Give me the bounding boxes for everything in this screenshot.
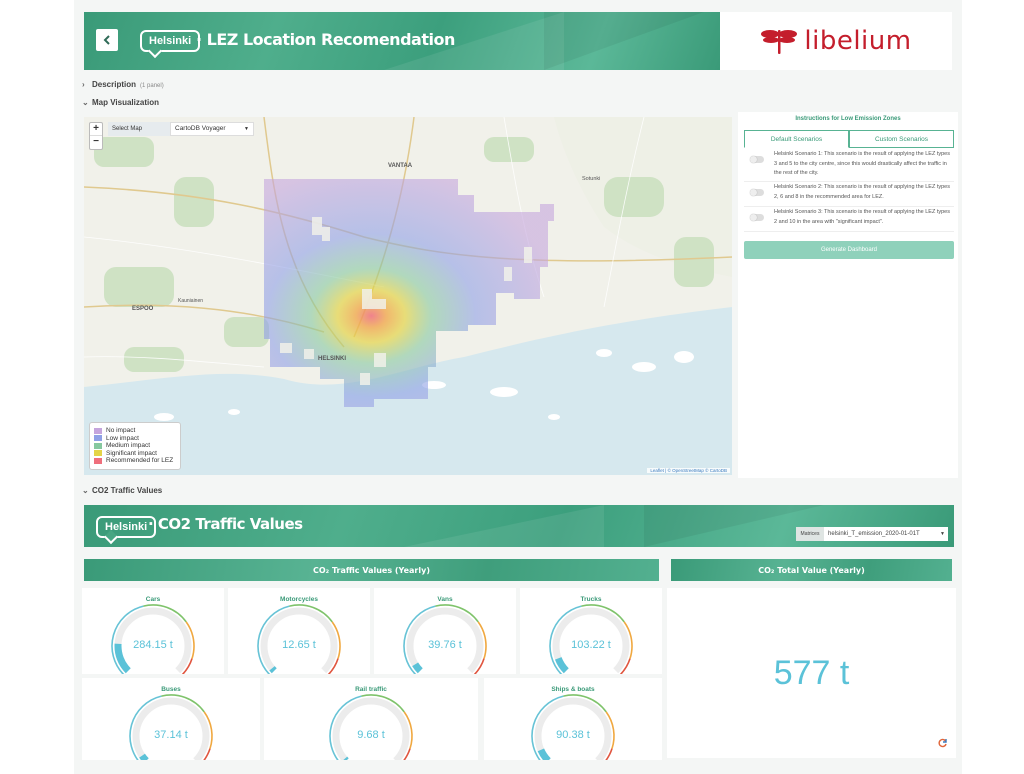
gauge-dial [531,694,615,760]
map-label-vantaa: VANTAA [388,163,413,169]
header-banner: Helsinki · LEZ Location Recomendation [84,12,720,70]
tab-custom-scenarios[interactable]: Custom Scenarios [849,130,954,148]
legend-swatch [94,457,102,464]
gauge-card-rail-traffic: Rail traffic 9.68 t [264,678,478,760]
gauge-dial [549,604,633,674]
legend-item: Low impact [94,435,176,443]
section-map-visualization[interactable]: ⌄ Map Visualization [82,98,159,107]
helsinki-badge: Helsinki [140,30,201,52]
map-legend: No impact Low impact Medium impact Signi… [89,422,181,470]
legend-item: Recommended for LEZ [94,457,176,465]
gauge-fill [554,656,569,674]
legend-swatch [94,435,102,442]
gauge-fill [139,753,149,760]
co2-title: · CO2 Traffic Values [148,515,303,533]
instructions-panel: Instructions for Low Emission Zones Defa… [738,112,958,478]
caret-down-icon: ▼ [940,531,945,537]
total-value-header: CO₂ Total Value (Yearly) [671,559,952,581]
gauge-value: 90.38 t [556,729,590,741]
map-view[interactable]: + − Select Map CartoDB Voyager ▼ VANTAA … [84,117,732,475]
matrices-select[interactable]: helsinki_T_emission_2020-01-01T ▼ [824,527,948,541]
legend-item: Significant impact [94,450,176,458]
gauge-fill [412,662,423,674]
gauge-dial [329,694,413,760]
gauge-card-cars: Cars 284.15 t [82,588,224,674]
gauge-dial [129,694,213,760]
gauge-card-motorcycles: Motorcycles 12.65 t [228,588,370,674]
back-button[interactable] [96,29,118,51]
scenario-item: Helsinki Scenario 1: This scenario is th… [744,150,954,182]
logo-text: libelium [804,26,912,56]
gauge-value: 12.65 t [282,639,316,651]
libelium-logo: libelium [720,12,952,70]
gauge-card-ships-boats: Ships & boats 90.38 t [484,678,662,760]
scenario-1-toggle[interactable] [750,156,764,163]
scenario-3-toggle[interactable] [750,214,764,221]
chevron-down-icon: ⌄ [82,486,89,495]
scenario-item: Helsinki Scenario 3: This scenario is th… [744,208,954,232]
matrices-select-label: Matrices [796,527,824,541]
gauge-fill [269,666,277,674]
traffic-values-header: CO₂ Traffic Values (Yearly) [84,559,659,581]
gauge-card-vans: Vans 39.76 t [374,588,516,674]
page-title: · LEZ Location Recomendation [196,30,455,49]
gauge-card-buses: Buses 37.14 t [82,678,260,760]
map-label-espoo: ESPOO [132,306,154,312]
map-label-kauniainen: Kauniainen [178,298,204,304]
co2-banner: Helsinki · CO2 Traffic Values Matrices h… [84,505,954,547]
caret-down-icon: ▼ [244,126,249,132]
scenario-2-toggle[interactable] [750,189,764,196]
lez-heatmap [264,177,554,407]
legend-item: No impact [94,427,176,435]
tab-default-scenarios[interactable]: Default Scenarios [744,130,849,148]
gauge-value: 39.76 t [428,639,462,651]
map-attribution[interactable]: Leaflet | © OpenStreetMap © CartoDB [647,468,730,473]
generate-dashboard-button[interactable]: Generate Dashboard [744,241,954,259]
gauge-dial [403,604,487,674]
gauge-fill [343,756,349,760]
instructions-title: Instructions for Low Emission Zones [795,116,901,122]
gauge-value: 284.15 t [133,639,173,651]
scenario-item: Helsinki Scenario 2: This scenario is th… [744,183,954,207]
scenario-tabs: Default Scenarios Custom Scenarios [744,130,954,148]
chevron-right-icon: › [82,80,85,89]
refresh-icon[interactable] [938,738,948,748]
zoom-in-button[interactable]: + [90,123,102,136]
gauge-dial [257,604,341,674]
gauge-value: 37.14 t [154,729,188,741]
map-select-label: Select Map [108,122,170,136]
total-value: 577 t [773,654,850,692]
gauge-value: 103.22 t [571,639,611,651]
legend-item: Medium impact [94,442,176,450]
zoom-control: + − [89,122,103,150]
chevron-down-icon: ⌄ [82,98,89,107]
total-value-card: 577 t [667,588,956,758]
dragonfly-icon [761,30,798,54]
dashboard: Helsinki · LEZ Location Recomendation li… [74,0,962,774]
chevron-left-icon [103,35,110,45]
zoom-out-button[interactable]: − [90,136,102,149]
section-co2-traffic[interactable]: ⌄ CO2 Traffic Values [82,486,162,495]
gauge-dial [111,604,195,674]
section-description[interactable]: › Description (1 panel) [82,80,164,89]
legend-swatch [94,427,102,434]
map-label-helsinki: HELSINKI [318,356,347,362]
legend-swatch [94,442,102,449]
gauge-value: 9.68 t [357,729,385,741]
gauge-card-trucks: Trucks 103.22 t [520,588,662,674]
gauge-fill [537,748,551,760]
legend-swatch [94,450,102,457]
map-select[interactable]: CartoDB Voyager ▼ [170,122,254,136]
map-label-sotunki: Sotunki [582,176,601,182]
